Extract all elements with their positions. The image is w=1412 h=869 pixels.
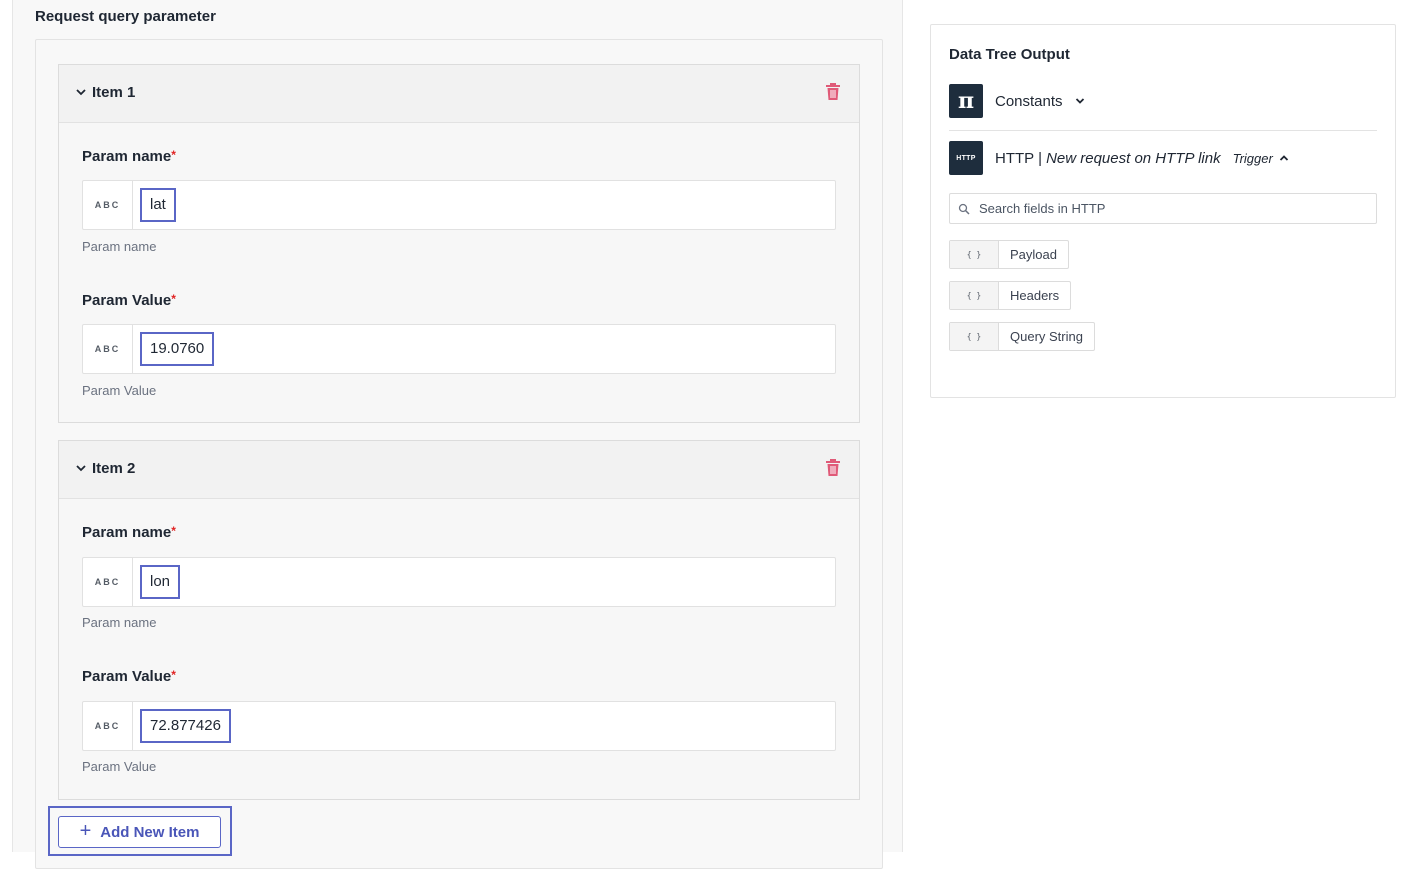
param-item: Item 2 Param name* ABC lon Param name Pa… bbox=[58, 440, 860, 800]
trash-icon[interactable] bbox=[825, 459, 841, 477]
param-value-label: Param Value* bbox=[82, 668, 176, 685]
param-name-label: Param name* bbox=[82, 524, 176, 541]
param-name-field[interactable]: ABC lat bbox=[82, 180, 836, 230]
text-type-badge: ABC bbox=[83, 325, 133, 373]
section-title: Request query parameter bbox=[35, 8, 216, 25]
field-chip-label: Payload bbox=[1010, 247, 1057, 262]
trigger-badge: Trigger bbox=[1232, 150, 1273, 166]
param-value-label: Param Value* bbox=[82, 292, 176, 309]
braces-icon: { } bbox=[950, 241, 999, 268]
left-panel: Request query parameter Item 1 Param nam… bbox=[12, 0, 903, 869]
data-tree-panel: Data Tree Output π Constants HTTP HTTP |… bbox=[930, 24, 1396, 398]
data-tree-title: Data Tree Output bbox=[949, 46, 1070, 63]
param-value-helper: Param Value bbox=[82, 383, 157, 398]
text-type-badge: ABC bbox=[83, 702, 133, 750]
text-type-badge: ABC bbox=[83, 181, 133, 229]
http-icon: HTTP bbox=[949, 141, 983, 175]
add-new-item-button[interactable]: + Add New Item bbox=[58, 816, 221, 848]
constants-label: Constants bbox=[995, 92, 1063, 110]
item-title: Item 1 bbox=[92, 84, 136, 101]
chevron-up-icon[interactable] bbox=[1279, 153, 1289, 163]
search-placeholder: Search fields in HTTP bbox=[979, 201, 1106, 216]
add-new-item-label: Add New Item bbox=[100, 823, 200, 841]
http-name: HTTP bbox=[995, 149, 1035, 167]
chevron-down-icon[interactable] bbox=[1075, 96, 1085, 106]
field-chip-label: Query String bbox=[1010, 329, 1083, 344]
http-separator: | bbox=[1038, 149, 1043, 167]
field-chip-headers[interactable]: { } Headers bbox=[949, 281, 1072, 310]
param-name-value[interactable]: lat bbox=[140, 188, 176, 222]
field-chip-query-string[interactable]: { } Query String bbox=[949, 322, 1095, 351]
divider bbox=[949, 130, 1377, 131]
pi-icon: π bbox=[949, 84, 983, 118]
text-type-badge: ABC bbox=[83, 558, 133, 606]
constants-source[interactable]: π Constants bbox=[949, 84, 1085, 118]
plus-icon: + bbox=[79, 820, 92, 842]
field-chip-label: Headers bbox=[1010, 288, 1060, 303]
params-container: Item 1 Param name* ABC lat Param name Pa… bbox=[35, 39, 883, 869]
item-title: Item 2 bbox=[92, 460, 136, 477]
http-event: New request on HTTP link bbox=[1046, 149, 1221, 167]
http-source[interactable]: HTTP HTTP | New request on HTTP link Tri… bbox=[949, 141, 1289, 175]
field-chip-payload[interactable]: { } Payload bbox=[949, 240, 1069, 269]
param-value-helper: Param Value bbox=[82, 759, 157, 774]
search-fields-input[interactable]: Search fields in HTTP bbox=[949, 193, 1377, 224]
param-name-helper: Param name bbox=[82, 615, 157, 630]
param-value-field[interactable]: ABC 19.0760 bbox=[82, 324, 836, 374]
chevron-down-icon[interactable] bbox=[75, 86, 87, 98]
param-name-field[interactable]: ABC lon bbox=[82, 557, 836, 607]
param-value-value[interactable]: 72.877426 bbox=[140, 709, 231, 743]
item-header[interactable]: Item 2 bbox=[59, 441, 859, 499]
braces-icon: { } bbox=[950, 323, 999, 350]
param-name-value[interactable]: lon bbox=[140, 565, 181, 599]
param-name-helper: Param name bbox=[82, 239, 157, 254]
param-item: Item 1 Param name* ABC lat Param name Pa… bbox=[58, 64, 860, 423]
braces-icon: { } bbox=[950, 282, 999, 309]
search-icon bbox=[958, 203, 970, 215]
param-value-value[interactable]: 19.0760 bbox=[140, 332, 215, 366]
item-header[interactable]: Item 1 bbox=[59, 65, 859, 123]
param-name-label: Param name* bbox=[82, 148, 176, 165]
trash-icon[interactable] bbox=[825, 83, 841, 101]
param-value-field[interactable]: ABC 72.877426 bbox=[82, 701, 836, 751]
chevron-down-icon[interactable] bbox=[75, 462, 87, 474]
